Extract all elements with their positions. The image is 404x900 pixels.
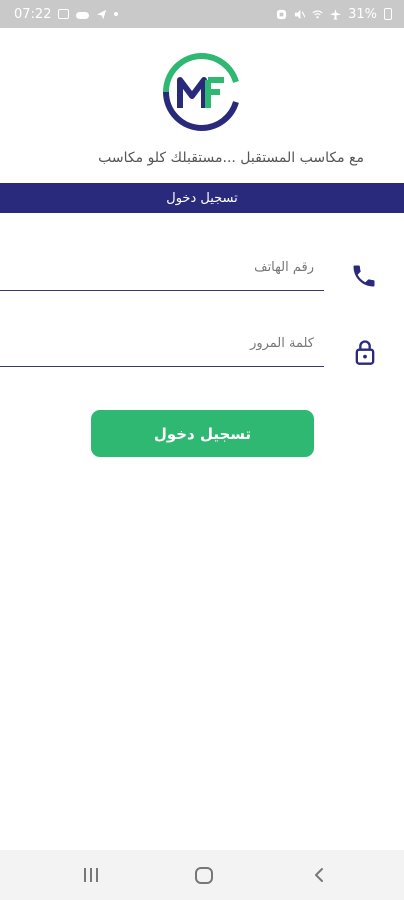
banner-title: تسجيل دخول	[166, 190, 238, 206]
login-button[interactable]: تسجيل دخول	[91, 410, 314, 457]
battery-icon	[384, 8, 392, 20]
alarm-icon	[277, 9, 287, 19]
mute-icon	[295, 9, 306, 19]
status-left: 07:22	[14, 6, 119, 22]
lock-icon	[355, 340, 375, 365]
phone-icon	[353, 265, 375, 287]
phone-field	[0, 245, 324, 291]
telegram-icon	[97, 9, 107, 19]
gallery-icon	[58, 9, 70, 19]
status-time: 07:22	[14, 6, 52, 22]
recents-icon[interactable]	[84, 868, 100, 882]
airplane-icon	[330, 8, 342, 20]
status-bar: 07:22 31%	[0, 0, 404, 28]
login-banner: تسجيل دخول	[0, 183, 404, 213]
back-icon[interactable]	[312, 867, 326, 883]
cloud-icon	[76, 12, 90, 19]
password-field	[0, 321, 324, 367]
battery-percentage: 31%	[348, 6, 377, 22]
system-nav-bar	[0, 850, 404, 900]
phone-input[interactable]	[0, 245, 324, 290]
password-input[interactable]	[0, 321, 324, 366]
status-right: 31%	[276, 7, 392, 22]
brand-logo	[163, 53, 239, 131]
wifi-icon	[312, 9, 323, 18]
dot-icon	[114, 12, 119, 16]
home-icon[interactable]	[195, 867, 213, 884]
tagline: مع مكاسب المستقبل ...مستقبلك كلو مكاسب	[98, 150, 364, 166]
